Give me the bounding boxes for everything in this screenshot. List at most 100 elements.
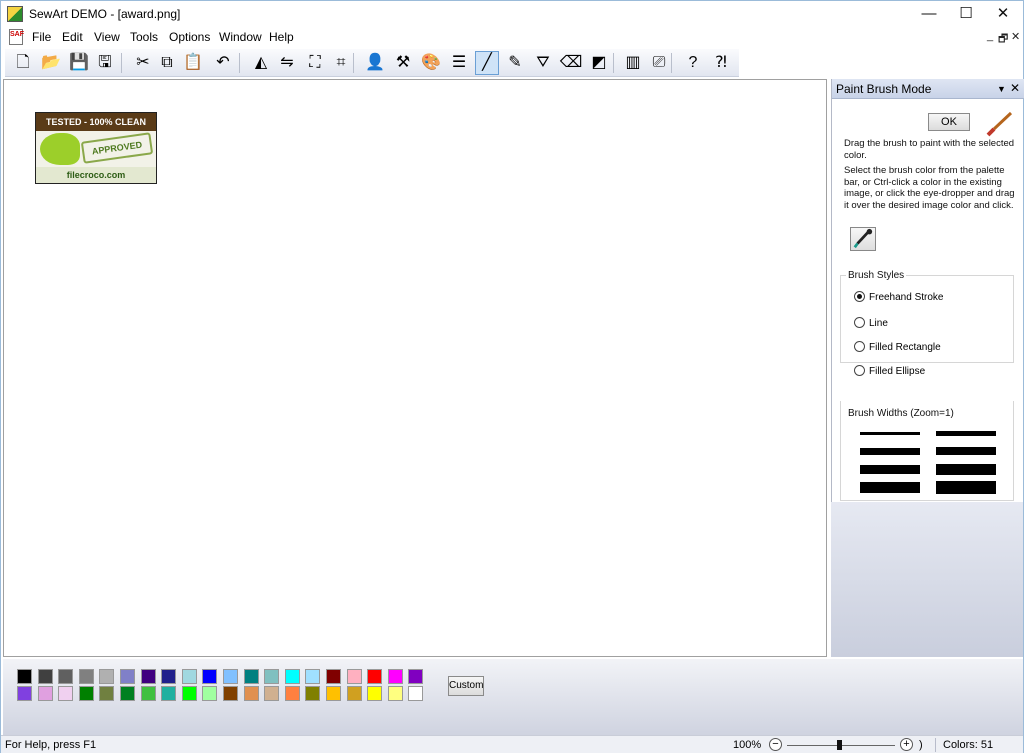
palette-swatch[interactable]: [202, 669, 218, 684]
help-button[interactable]: ?: [681, 51, 705, 75]
palette-swatch[interactable]: [367, 686, 383, 701]
colors-list-button[interactable]: ☰: [447, 51, 471, 75]
palette-swatch[interactable]: [140, 686, 156, 701]
palette-swatch[interactable]: [264, 686, 280, 701]
menu-help[interactable]: Help: [269, 30, 294, 44]
palette-swatch[interactable]: [202, 686, 218, 701]
radio-line[interactable]: Line: [854, 317, 888, 329]
palette-swatch[interactable]: [58, 669, 74, 684]
panel-close-icon[interactable]: ✕: [1010, 81, 1020, 95]
palette-swatch[interactable]: [305, 669, 321, 684]
radio-filled-rectangle[interactable]: Filled Rectangle: [854, 341, 941, 353]
palette-swatch[interactable]: [326, 686, 341, 701]
radio-ellipse-dot[interactable]: [854, 365, 865, 376]
palette-swatch[interactable]: [37, 686, 53, 701]
palette-button[interactable]: 🎨: [419, 51, 443, 75]
mirror-button[interactable]: ⇋: [275, 51, 299, 75]
mdi-close-button[interactable]: ✕: [1011, 30, 1020, 43]
save-as-button[interactable]: 🖫: [93, 51, 117, 75]
image-canvas[interactable]: TESTED - 100% CLEAN APPROVED filecroco.c…: [3, 79, 827, 657]
copy-button[interactable]: ⧉: [155, 51, 179, 75]
brush-width-7[interactable]: [860, 482, 920, 493]
palette-swatch[interactable]: [326, 669, 341, 684]
palette-swatch[interactable]: [408, 669, 424, 684]
user-button[interactable]: 👤: [363, 51, 387, 75]
document-icon[interactable]: SAF: [9, 29, 24, 45]
radio-rectangle-dot[interactable]: [854, 341, 865, 352]
palette-swatch[interactable]: [161, 669, 177, 684]
radio-line-dot[interactable]: [854, 317, 865, 328]
palette-swatch[interactable]: [58, 686, 74, 701]
zoom-out-button[interactable]: −: [769, 738, 782, 751]
flip-button[interactable]: ◭: [249, 51, 273, 75]
palette-swatch[interactable]: [78, 669, 94, 684]
mdi-restore-button[interactable]: 🗗: [998, 30, 1008, 49]
brush-width-4[interactable]: [936, 447, 996, 455]
palette-swatch[interactable]: [181, 686, 197, 701]
paste-button[interactable]: 📋: [181, 51, 205, 75]
palette-swatch[interactable]: [223, 669, 238, 684]
eye-dropper-button[interactable]: [850, 227, 876, 251]
ok-button[interactable]: OK: [928, 113, 970, 131]
brush-width-6[interactable]: [936, 464, 996, 475]
panel-dropdown-icon[interactable]: ▼: [997, 84, 1006, 94]
palette-swatch[interactable]: [140, 669, 156, 684]
palette-swatch[interactable]: [243, 686, 259, 701]
palette-swatch[interactable]: [17, 669, 32, 684]
menu-tools[interactable]: Tools: [130, 30, 158, 44]
eraser-button[interactable]: ⌫: [559, 51, 583, 75]
radio-filled-ellipse[interactable]: Filled Ellipse: [854, 365, 925, 377]
palette-swatch[interactable]: [264, 669, 280, 684]
menu-file[interactable]: File: [32, 30, 51, 44]
zoom-slider-thumb[interactable]: [837, 740, 842, 750]
zoom-in-button[interactable]: +: [900, 738, 913, 751]
resize-button[interactable]: ⛶: [303, 51, 327, 75]
new-button[interactable]: 🗋: [11, 51, 35, 75]
palette-swatch[interactable]: [99, 686, 115, 701]
menu-options[interactable]: Options: [169, 30, 210, 44]
menu-window[interactable]: Window: [219, 30, 262, 44]
paint-brush-button[interactable]: ╱: [475, 51, 499, 75]
palette-swatch[interactable]: [120, 669, 135, 684]
open-button[interactable]: 📂: [39, 51, 63, 75]
custom-color-button[interactable]: Custom: [448, 676, 484, 696]
palette-swatch[interactable]: [37, 669, 53, 684]
color-replace-button[interactable]: ◩: [587, 51, 611, 75]
palette-swatch[interactable]: [99, 669, 115, 684]
mdi-minimize-button[interactable]: _: [987, 30, 993, 42]
palette-swatch[interactable]: [181, 669, 197, 684]
radio-freehand-dot[interactable]: [854, 291, 865, 302]
palette-swatch[interactable]: [161, 686, 177, 701]
brush-width-2[interactable]: [936, 431, 996, 436]
minimize-button[interactable]: —: [911, 1, 947, 27]
palette-swatch[interactable]: [223, 686, 238, 701]
brush-width-8[interactable]: [936, 481, 996, 494]
palette-swatch[interactable]: [243, 669, 259, 684]
palette-swatch[interactable]: [346, 669, 362, 684]
radio-freehand-stroke[interactable]: Freehand Stroke: [854, 291, 944, 303]
palette-swatch[interactable]: [78, 686, 94, 701]
pencil-button[interactable]: ✎: [503, 51, 527, 75]
palette-swatch[interactable]: [284, 669, 300, 684]
palette-swatch[interactable]: [305, 686, 321, 701]
palette-swatch[interactable]: [408, 686, 424, 701]
palette-swatch[interactable]: [367, 669, 383, 684]
award-image[interactable]: TESTED - 100% CLEAN APPROVED filecroco.c…: [35, 112, 157, 184]
menu-view[interactable]: View: [94, 30, 120, 44]
save-button[interactable]: 💾: [67, 51, 91, 75]
tools-button[interactable]: ⚒: [391, 51, 415, 75]
palette-swatch[interactable]: [284, 686, 300, 701]
palette-swatch[interactable]: [387, 669, 403, 684]
sew-button[interactable]: ⎚: [647, 51, 671, 75]
crop-button[interactable]: ⌗: [329, 51, 353, 75]
palette-swatch[interactable]: [346, 686, 362, 701]
close-button[interactable]: ✕: [985, 1, 1021, 27]
brush-width-5[interactable]: [860, 465, 920, 474]
palette-swatch[interactable]: [120, 686, 135, 701]
fill-bucket-button[interactable]: ⛛: [531, 51, 555, 75]
maximize-button[interactable]: ☐: [948, 1, 984, 27]
cut-button[interactable]: ✂: [131, 51, 155, 75]
palette-swatch[interactable]: [387, 686, 403, 701]
context-help-button[interactable]: ⁈: [709, 51, 733, 75]
palette-swatch[interactable]: [17, 686, 32, 701]
